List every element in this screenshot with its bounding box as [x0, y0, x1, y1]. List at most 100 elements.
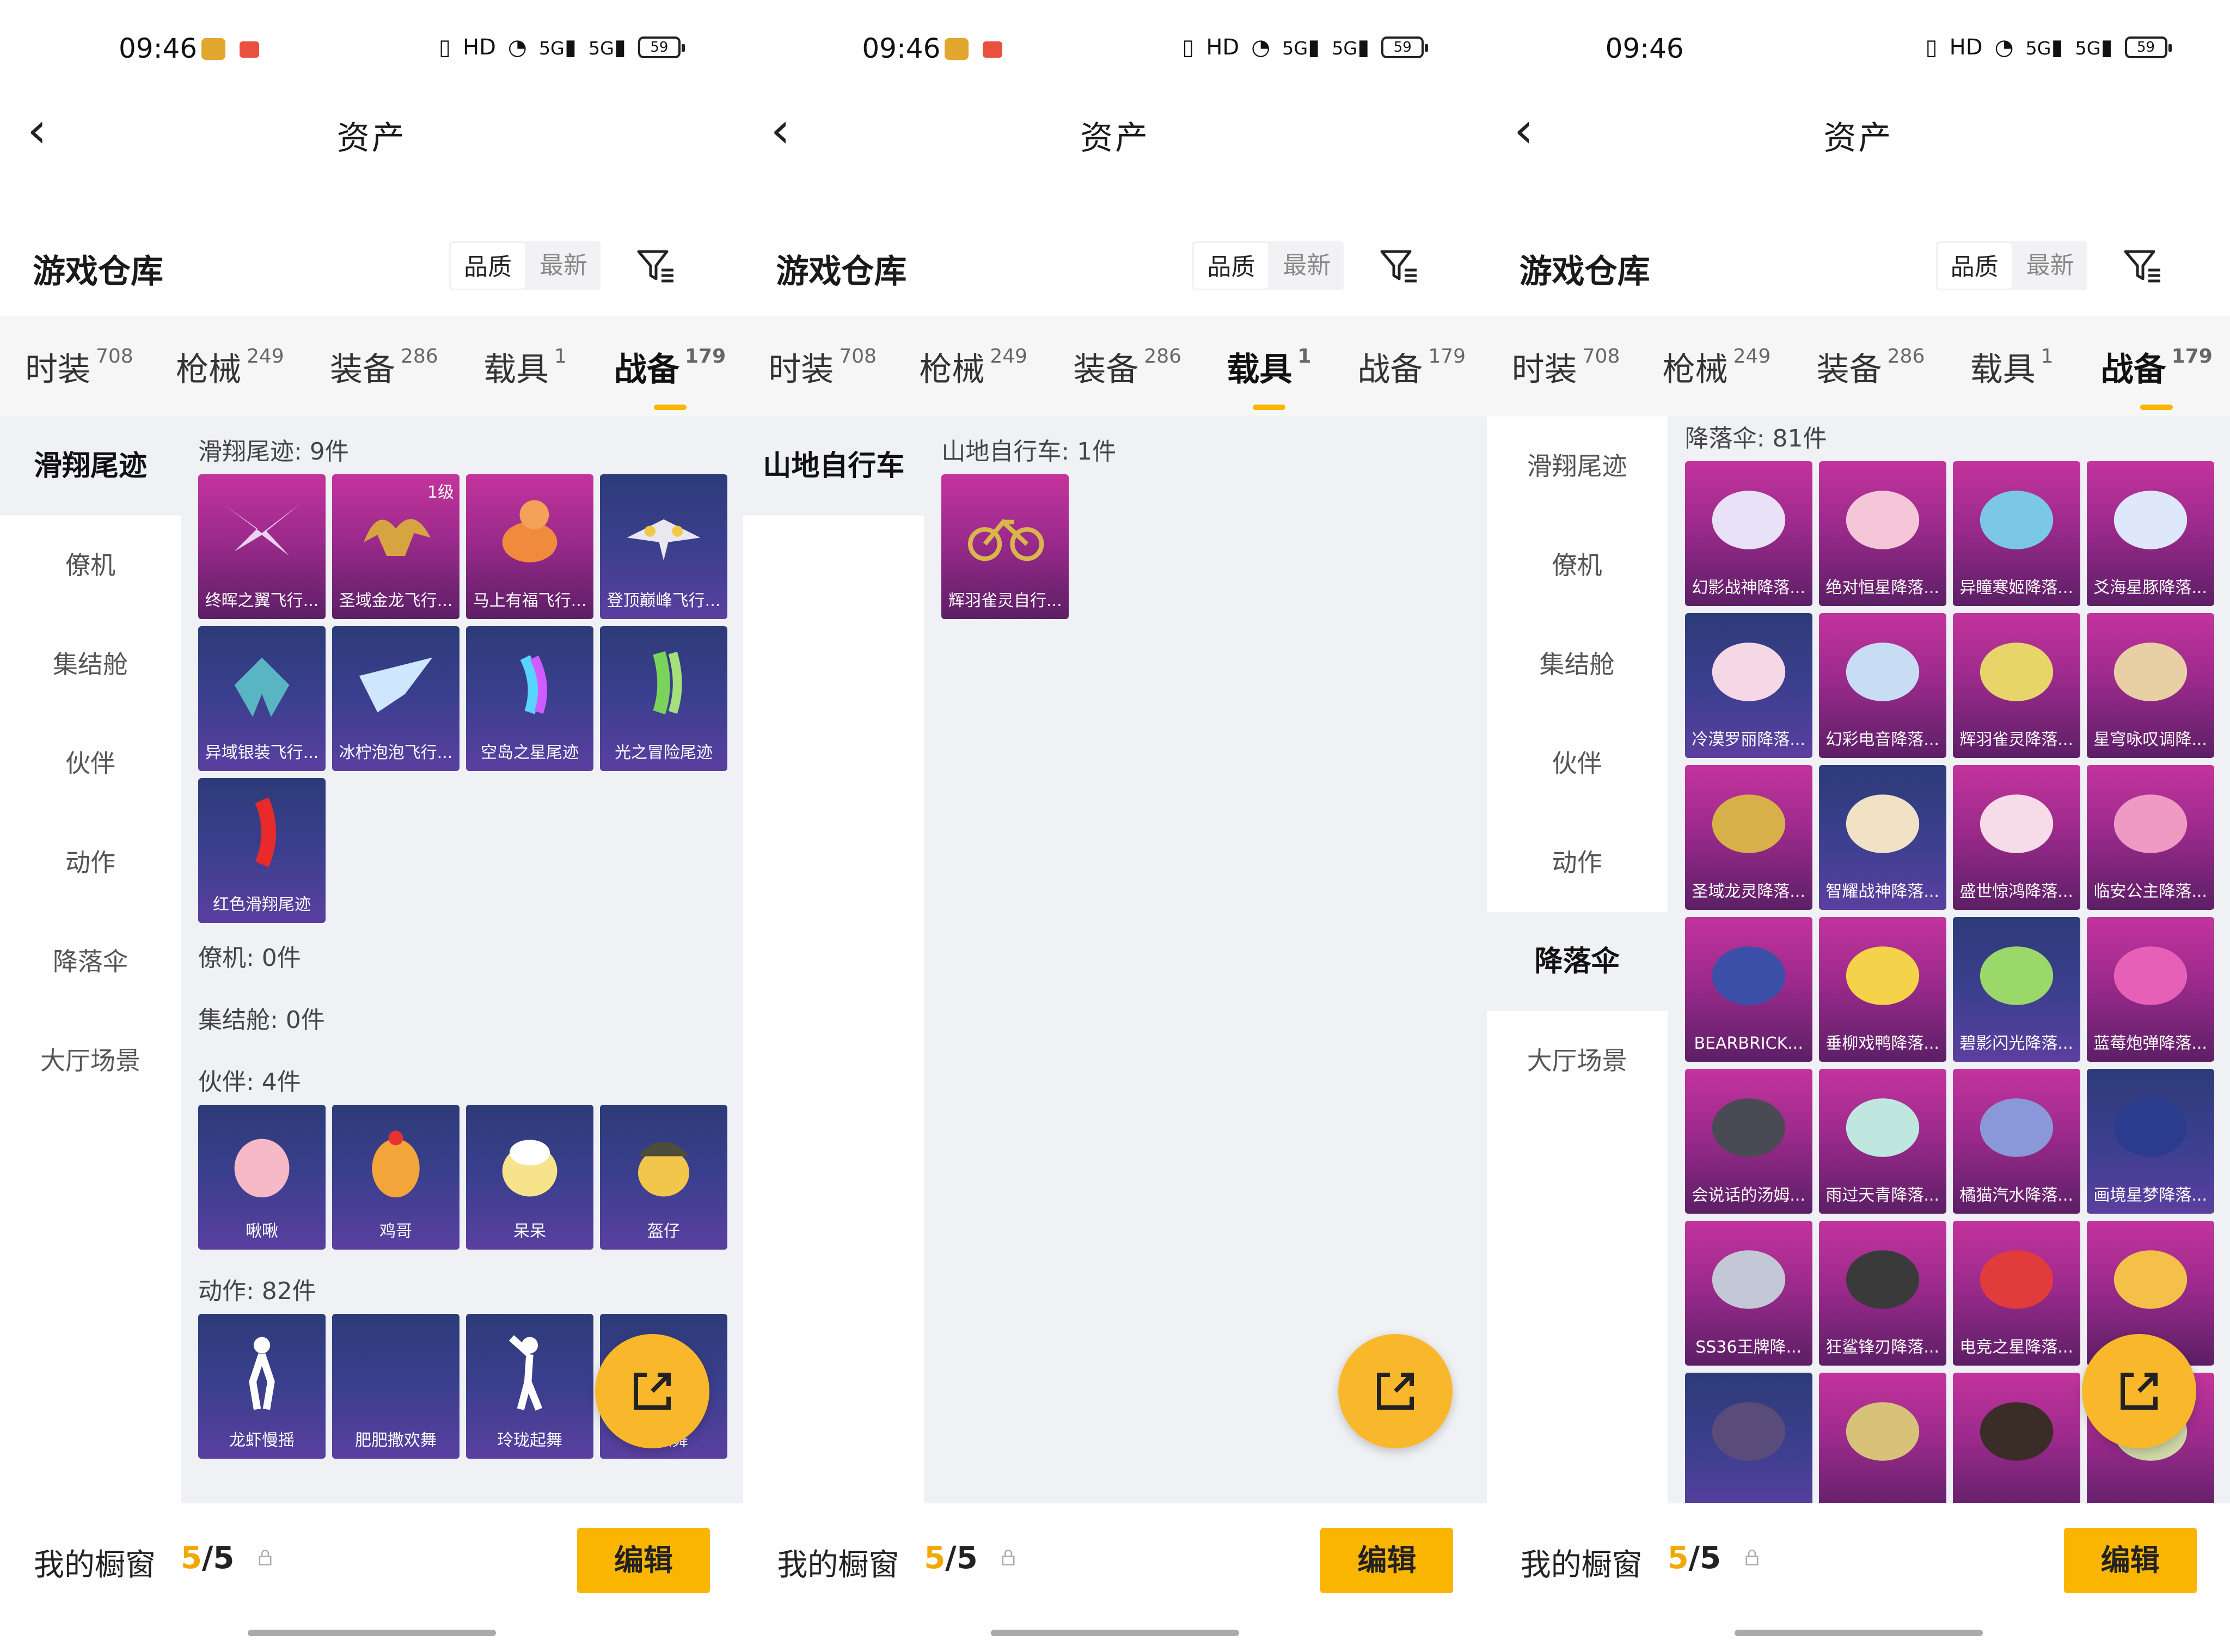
- tab-zaiju[interactable]: 载具 1: [483, 343, 567, 390]
- item-card[interactable]: 异瞳寒姬降落...: [1952, 461, 2080, 606]
- tab-zaiju[interactable]: 载具 1: [1970, 343, 2054, 390]
- item-card[interactable]: 辉羽雀灵自行...: [941, 474, 1069, 619]
- sidebar-item-glide-trail[interactable]: 滑翔尾迹: [0, 417, 181, 516]
- parachute-art: [1712, 1098, 1785, 1157]
- sidebar-item-glide-trail[interactable]: 滑翔尾迹: [1487, 417, 1668, 516]
- share-fab-button[interactable]: [1338, 1334, 1453, 1448]
- showcase-count: 5/5: [181, 1540, 235, 1576]
- item-card[interactable]: 蓝莓炮弹降落...: [2086, 917, 2214, 1062]
- tab-shizhuang[interactable]: 时装 708: [768, 343, 877, 390]
- sidebar-item-wingman[interactable]: 僚机: [0, 516, 181, 615]
- item-card[interactable]: 冷漠罗丽降落...: [1684, 613, 1812, 758]
- sort-newest-button[interactable]: 最新: [1270, 241, 1344, 290]
- tab-qiangxie[interactable]: 枪械 249: [919, 343, 1027, 390]
- item-card[interactable]: 马上有福飞行...: [466, 474, 593, 619]
- item-card[interactable]: 碧影闪光降落...: [1952, 917, 2080, 1062]
- item-card[interactable]: 辉羽雀灵降落...: [1952, 613, 2080, 758]
- item-card[interactable]: 呆呆: [466, 1105, 593, 1250]
- sort-quality-button[interactable]: 品质: [1937, 243, 2012, 289]
- item-card[interactable]: 啾啾: [198, 1105, 326, 1250]
- item-card[interactable]: 橘猫汽水降落...: [1952, 1069, 2080, 1214]
- item-card[interactable]: 鸡哥: [332, 1105, 460, 1250]
- share-fab-button[interactable]: [2081, 1334, 2196, 1448]
- sidebar-item-partner[interactable]: 伙伴: [1487, 714, 1668, 813]
- parachute-art: [1712, 491, 1785, 549]
- item-card[interactable]: 登顶巅峰飞行...: [600, 474, 727, 619]
- sidebar-item-partner[interactable]: 伙伴: [0, 714, 181, 813]
- sort-quality-button[interactable]: 品质: [451, 243, 525, 289]
- sort-newest-button[interactable]: 最新: [526, 241, 601, 290]
- item-card[interactable]: 智耀战神降落...: [1818, 765, 1946, 910]
- item-card[interactable]: BEARBRICK...: [1684, 917, 1812, 1062]
- item-card[interactable]: 狂鲨锋刃降落...: [1818, 1221, 1946, 1366]
- item-card[interactable]: 临安公主降落...: [2086, 765, 2214, 910]
- item-card[interactable]: 光之冒险尾迹: [600, 626, 727, 771]
- tab-qiangxie[interactable]: 枪械 249: [1663, 343, 1771, 390]
- tab-zhuangbei[interactable]: 装备 286: [1817, 343, 1925, 390]
- edit-button[interactable]: 编辑: [2063, 1528, 2197, 1593]
- item-card[interactable]: SS36王牌降...: [1684, 1221, 1812, 1366]
- tab-qiangxie[interactable]: 枪械 249: [176, 343, 284, 390]
- sort-newest-button[interactable]: 最新: [2013, 241, 2087, 290]
- sidebar-item-lobby[interactable]: 大厅场景: [0, 1011, 181, 1110]
- item-card[interactable]: 幻影战神降落...: [1684, 461, 1812, 606]
- filter-icon[interactable]: [2121, 244, 2165, 287]
- share-fab-button[interactable]: [595, 1334, 709, 1448]
- item-card[interactable]: 爻海星豚降落...: [2086, 461, 2214, 606]
- item-card[interactable]: 冰柠泡泡飞行...: [332, 626, 460, 771]
- sidebar-item-wingman[interactable]: 僚机: [1487, 516, 1668, 615]
- sidebar-item-emote[interactable]: 动作: [0, 813, 181, 912]
- tab-zhanbei[interactable]: 战备 179: [1357, 343, 1466, 390]
- sort-quality-button[interactable]: 品质: [1194, 243, 1269, 289]
- item-card[interactable]: 肥肥撒欢舞: [332, 1314, 460, 1459]
- item-card[interactable]: 会说话的汤姆...: [1684, 1069, 1812, 1214]
- tab-zhuangbei[interactable]: 装备 286: [1073, 343, 1181, 390]
- item-card[interactable]: 龙虾慢摇: [198, 1314, 326, 1459]
- item-card[interactable]: 空岛之星尾迹: [466, 626, 593, 771]
- sidebar-item-parachute[interactable]: 降落伞: [0, 912, 181, 1011]
- item-card[interactable]: 幻彩电音降落...: [1818, 613, 1946, 758]
- item-card[interactable]: 盛世惊鸿降落...: [1952, 765, 2080, 910]
- warehouse-title: 游戏仓库: [1519, 253, 1650, 291]
- item-card[interactable]: 红色滑翔尾迹: [198, 778, 326, 923]
- item-card[interactable]: [1818, 1373, 1946, 1506]
- item-card[interactable]: 绝对恒星降落...: [1818, 461, 1946, 606]
- item-card[interactable]: 圣域龙灵降落...: [1684, 765, 1812, 910]
- tab-shizhuang[interactable]: 时装 708: [1512, 343, 1620, 390]
- edit-button[interactable]: 编辑: [1320, 1528, 1454, 1593]
- tab-zhanbei[interactable]: 战备 179: [2101, 343, 2213, 390]
- item-card[interactable]: 画境星梦降落...: [2086, 1069, 2214, 1214]
- tab-zaiju[interactable]: 载具 1: [1227, 343, 1311, 390]
- tab-zhanbei[interactable]: 战备 179: [614, 343, 726, 390]
- parachute-art: [1712, 643, 1785, 701]
- item-card[interactable]: 垂柳戏鸭降落...: [1818, 917, 1946, 1062]
- sidebar-item-parachute[interactable]: 降落伞: [1486, 912, 1668, 1011]
- item-card[interactable]: 星穹咏叹调降...: [2086, 613, 2214, 758]
- parachute-art: [1846, 643, 1919, 701]
- edit-button[interactable]: 编辑: [577, 1528, 710, 1593]
- parachute-art: [1712, 1250, 1785, 1309]
- item-card[interactable]: 玲珑起舞: [466, 1314, 593, 1459]
- section-title: 山地自行车: 1件: [941, 438, 1117, 466]
- sidebar-item-emote[interactable]: 动作: [1487, 813, 1668, 912]
- item-card[interactable]: [1952, 1373, 2080, 1506]
- item-card[interactable]: 盔仔: [600, 1105, 727, 1250]
- filter-icon[interactable]: [1377, 244, 1421, 287]
- sidebar-item-mountain-bike[interactable]: 山地自行车: [743, 417, 924, 516]
- sidebar-item-lobby[interactable]: 大厅场景: [1487, 1011, 1668, 1110]
- filter-icon[interactable]: [634, 244, 678, 287]
- item-card[interactable]: 1级 圣域金龙飞行...: [332, 474, 460, 619]
- item-card[interactable]: 终晖之翼飞行...: [198, 474, 326, 619]
- parachute-art: [2113, 1098, 2187, 1157]
- hd-icon: HD: [463, 35, 496, 60]
- item-card[interactable]: [1684, 1373, 1812, 1506]
- sidebar-item-pod[interactable]: 集结舱: [0, 615, 181, 714]
- section-title: 滑翔尾迹: 9件: [198, 438, 349, 466]
- sidebar-item-pod[interactable]: 集结舱: [1487, 615, 1668, 714]
- green-trail-art: [653, 651, 682, 715]
- item-card[interactable]: 异域银装飞行...: [198, 626, 326, 771]
- item-card[interactable]: 雨过天青降落...: [1818, 1069, 1946, 1214]
- tab-zhuangbei[interactable]: 装备 286: [330, 343, 438, 390]
- tab-shizhuang[interactable]: 时装 708: [25, 343, 133, 390]
- item-card[interactable]: 电竞之星降落...: [1952, 1221, 2080, 1366]
